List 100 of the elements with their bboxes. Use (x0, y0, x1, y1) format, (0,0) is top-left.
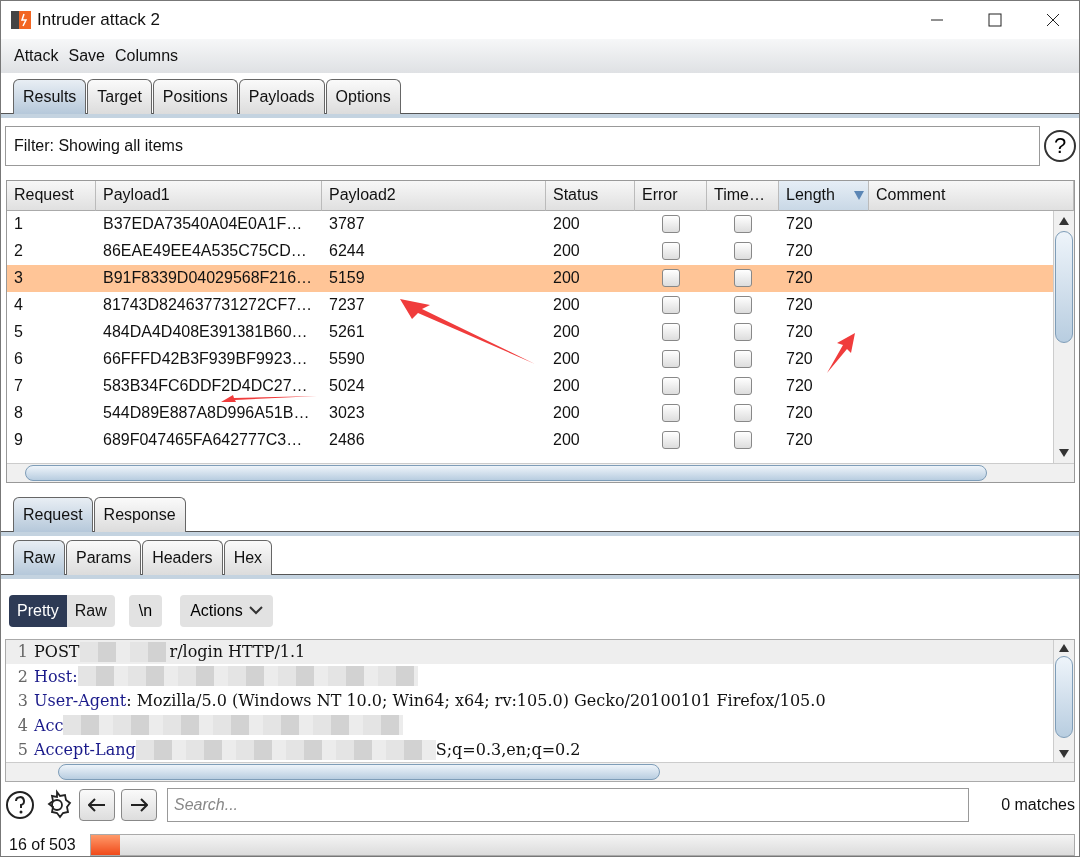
menu-item[interactable]: Save (68, 46, 105, 65)
scroll-up-icon[interactable] (1059, 216, 1069, 225)
newline-toggle[interactable]: \n (128, 594, 163, 627)
table-cell: 86EAE49EE4A535C75CD… (103, 242, 307, 261)
tab[interactable]: Hex (223, 539, 273, 575)
help-icon[interactable] (5, 790, 35, 820)
checkbox[interactable] (662, 296, 680, 315)
scroll-down-icon[interactable] (1059, 750, 1069, 758)
checkbox[interactable] (662, 242, 680, 261)
table-cell: 484DA4D408E391381B60… (103, 323, 308, 342)
checkbox[interactable] (734, 215, 752, 234)
table-row[interactable]: 3 B91F8339D04029568F216… 5159 200 720 (7, 264, 1053, 292)
menu-item[interactable]: Attack (14, 46, 59, 65)
tab[interactable]: Response (93, 496, 186, 532)
column-header[interactable]: Comment (869, 180, 1074, 211)
table-cell: 66FFFD42B3F939BF9923… (103, 350, 308, 369)
table-cell: 3023 (329, 404, 365, 423)
header-name: User-Agent (34, 691, 127, 711)
table-cell: 2486 (329, 431, 365, 450)
horizontal-scrollbar[interactable] (7, 462, 1074, 482)
table-cell: 200 (553, 377, 580, 396)
app-logo-icon (11, 10, 31, 30)
scroll-down-icon[interactable] (1059, 448, 1069, 457)
header-name: Acc (34, 715, 64, 735)
column-header[interactable]: Payload2 (322, 180, 546, 211)
table-cell: 720 (786, 215, 813, 234)
checkbox[interactable] (662, 269, 680, 288)
table-cell: 200 (553, 242, 580, 261)
code-text: POST (34, 642, 80, 662)
table-cell: 5 (14, 323, 23, 342)
checkbox[interactable] (734, 350, 752, 369)
help-button[interactable]: ? (1044, 129, 1076, 162)
table-cell: 200 (553, 323, 580, 342)
line-number: 2 (16, 666, 29, 686)
table-cell: 720 (786, 350, 813, 369)
view-mode-button[interactable]: Raw (66, 594, 115, 627)
table-cell: 3 (14, 269, 23, 288)
menu-item[interactable]: Columns (114, 46, 179, 65)
table-cell: B37EDA73540A04E0A1F… (103, 215, 303, 234)
checkbox[interactable] (734, 377, 752, 396)
checkbox[interactable] (662, 215, 680, 234)
table-cell: 720 (786, 296, 813, 315)
checkbox[interactable] (734, 431, 752, 450)
table-cell: 5261 (329, 323, 365, 342)
table-cell: 6244 (329, 242, 365, 261)
checkbox[interactable] (734, 404, 752, 423)
table-cell: 720 (786, 377, 813, 396)
table-cell: 720 (786, 269, 813, 288)
table-cell: 9 (14, 431, 23, 450)
tab[interactable]: Positions (152, 78, 238, 114)
checkbox[interactable] (734, 296, 752, 315)
checkbox[interactable] (662, 404, 680, 423)
checkbox[interactable] (662, 431, 680, 450)
progress-text: 16 of 503 (9, 836, 76, 854)
table-cell: 720 (786, 242, 813, 261)
checkbox[interactable] (662, 377, 680, 396)
vertical-scrollbar[interactable] (1053, 210, 1074, 463)
filter-bar[interactable]: Filter: Showing all items (5, 125, 1040, 166)
table-cell: 6 (14, 350, 23, 369)
column-header[interactable]: Request (7, 180, 96, 211)
search-field[interactable]: Search... (167, 788, 969, 822)
tab[interactable]: Payloads (238, 78, 325, 114)
checkbox[interactable] (734, 323, 752, 342)
tab[interactable]: Headers (142, 539, 223, 575)
column-header[interactable]: Status (546, 180, 635, 211)
column-header[interactable]: Length (779, 180, 869, 211)
annotation-arrow (825, 332, 855, 373)
column-header[interactable]: Payload1 (96, 180, 322, 211)
tab[interactable]: Params (66, 539, 142, 575)
column-header[interactable]: Error (635, 180, 707, 211)
table-cell: 7237 (329, 296, 365, 315)
line-number: 4 (16, 715, 29, 735)
checkbox[interactable] (662, 323, 680, 342)
table-cell: 4 (14, 296, 23, 315)
sort-arrow-icon (854, 190, 864, 200)
window-title: Intruder attack 2 (37, 10, 161, 30)
horizontal-scrollbar[interactable] (6, 762, 1074, 781)
forward-button[interactable] (121, 789, 157, 821)
table-cell: 200 (553, 296, 580, 315)
vertical-scrollbar[interactable] (1053, 639, 1074, 762)
tab[interactable]: Request (13, 496, 93, 532)
view-mode-button[interactable]: Pretty (9, 594, 67, 627)
table-cell: 3787 (329, 215, 365, 234)
table-cell: 200 (553, 269, 580, 288)
checkbox[interactable] (734, 242, 752, 261)
checkbox[interactable] (734, 269, 752, 288)
actions-dropdown[interactable]: Actions (180, 594, 273, 627)
line-number: 3 (16, 691, 29, 711)
back-button[interactable] (79, 789, 115, 821)
table-cell: B91F8339D04029568F216… (103, 269, 313, 288)
tab[interactable]: Raw (13, 539, 65, 575)
table-cell: 200 (553, 215, 580, 234)
tab[interactable]: Results (13, 78, 87, 114)
table-cell: 1 (14, 215, 23, 234)
checkbox[interactable] (662, 350, 680, 369)
scroll-up-icon[interactable] (1059, 643, 1069, 652)
tab[interactable]: Target (87, 78, 152, 114)
table-cell: 200 (553, 404, 580, 423)
tab[interactable]: Options (325, 78, 401, 114)
column-header[interactable]: Time… (707, 180, 779, 211)
